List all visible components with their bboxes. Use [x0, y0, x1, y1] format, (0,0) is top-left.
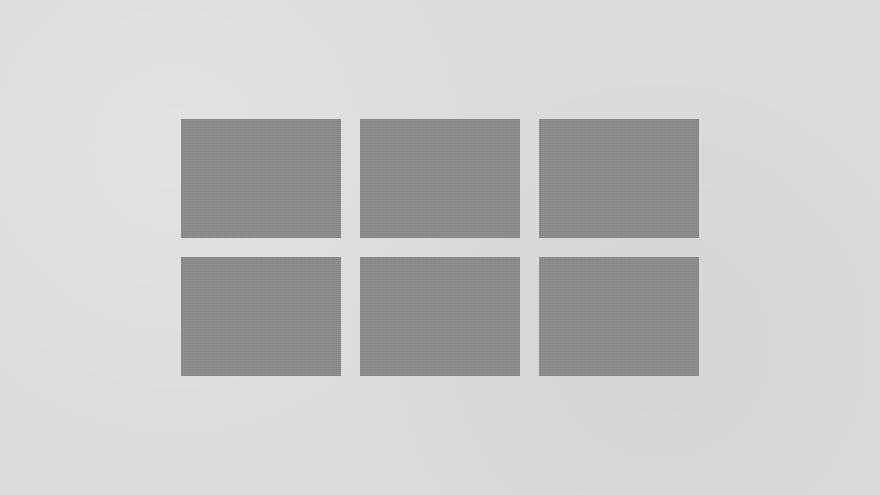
tile-row2-col3[interactable]: [539, 257, 699, 376]
tile-row1-col1[interactable]: [181, 119, 341, 238]
tile-row1-col3[interactable]: [539, 119, 699, 238]
tile-grid: [181, 119, 699, 376]
tile-row2-col2[interactable]: [360, 257, 520, 376]
screen-background: [0, 0, 880, 495]
tile-row2-col1[interactable]: [181, 257, 341, 376]
tile-row1-col2[interactable]: [360, 119, 520, 238]
